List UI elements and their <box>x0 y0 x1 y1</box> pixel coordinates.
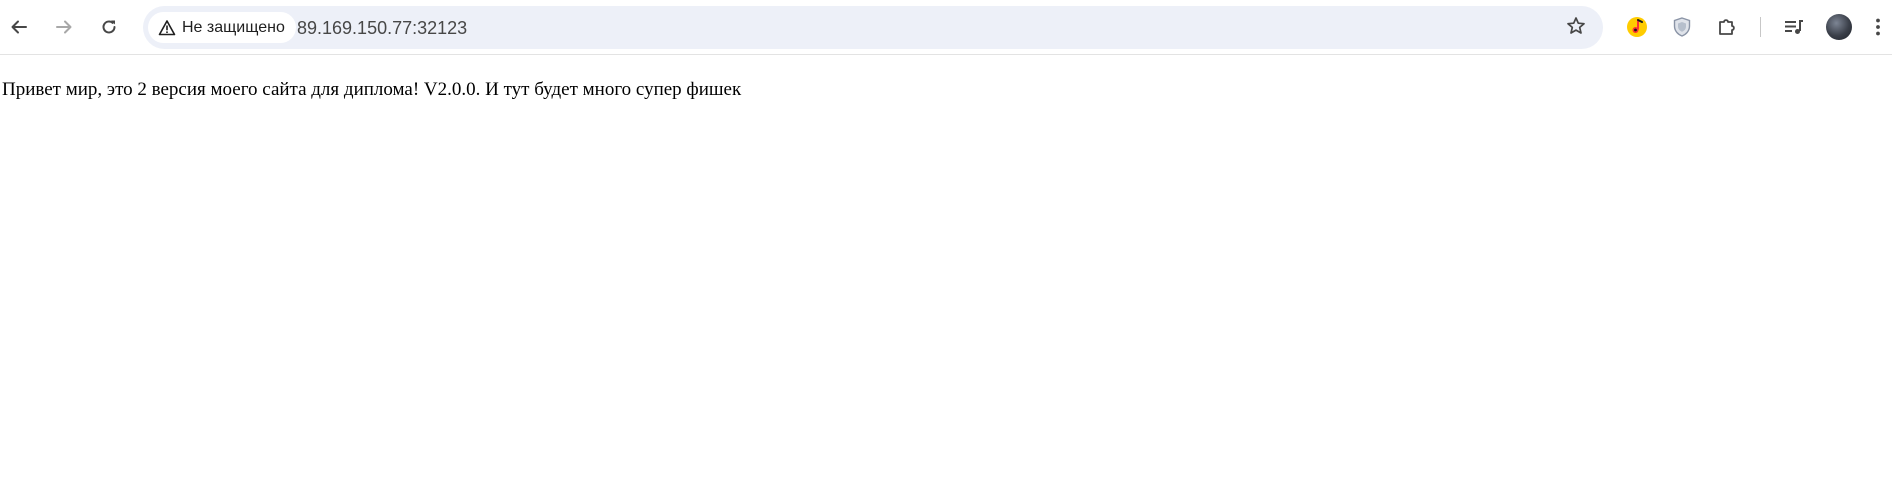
security-chip[interactable]: Не защищено <box>148 12 296 43</box>
star-icon <box>1566 16 1586 41</box>
browser-toolbar: Не защищено 89.169.150.77:32123 <box>0 0 1892 55</box>
media-controls-button[interactable] <box>1775 8 1813 46</box>
extensions-button[interactable] <box>1708 8 1746 46</box>
warning-triangle-icon <box>158 19 176 37</box>
kebab-menu-icon <box>1875 17 1881 37</box>
yandex-music-icon <box>1625 15 1649 39</box>
avatar[interactable] <box>1826 14 1852 40</box>
url-text[interactable]: 89.169.150.77:32123 <box>297 18 467 39</box>
reload-button[interactable] <box>90 8 128 46</box>
security-label: Не защищено <box>182 18 285 36</box>
forward-arrow-icon <box>54 17 74 37</box>
address-bar[interactable]: Не защищено 89.169.150.77:32123 <box>143 6 1603 49</box>
page-text: Привет мир, это 2 версия моего сайта для… <box>2 79 742 100</box>
toolbar-divider <box>1760 17 1761 37</box>
browser-menu-button[interactable] <box>1864 8 1892 46</box>
yandex-music-extension-button[interactable] <box>1618 8 1656 46</box>
shield-icon <box>1671 16 1693 38</box>
back-button[interactable] <box>0 8 38 46</box>
reload-icon <box>99 17 119 37</box>
puzzle-icon <box>1716 16 1738 38</box>
bookmark-button[interactable] <box>1561 13 1591 43</box>
forward-button[interactable] <box>45 8 83 46</box>
shield-extension-button[interactable] <box>1663 8 1701 46</box>
playlist-music-icon <box>1783 16 1805 38</box>
back-arrow-icon <box>9 17 29 37</box>
